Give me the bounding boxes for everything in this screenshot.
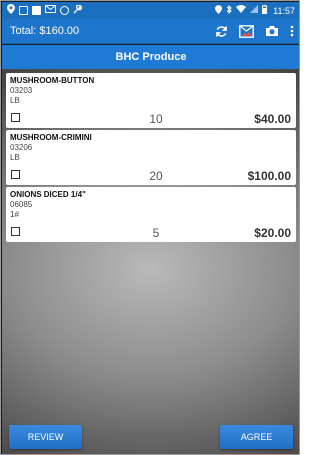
item-quantity[interactable]: 5 [136,226,176,240]
location-icon [7,4,15,17]
notification-icon [19,6,28,15]
review-button[interactable]: REVIEW [9,425,82,449]
wrench-icon [73,3,83,17]
item-price: $40.00 [254,112,291,126]
item-code: 03206 [10,143,33,152]
agree-button[interactable]: AGREE [220,425,293,449]
item-code: 06085 [10,200,33,209]
item-unit: LB [10,153,20,162]
order-total: Total: $160.00 [10,25,80,37]
item-list: MUSHROOM-BUTTON 03203 LB 10 $40.00 MUSHR… [2,69,299,454]
item-checkbox[interactable] [11,170,20,179]
vendor-header: BHC Produce [2,45,299,69]
item-checkbox[interactable] [11,113,20,122]
app-bar: Total: $160.00 [2,19,299,44]
item-name: ONIONS DICED 1/4" [10,190,86,199]
status-bar: 11:57 [2,2,299,19]
camera-status-icon [60,6,69,15]
camera-icon[interactable] [265,25,279,37]
item-code: 03203 [10,86,33,95]
item-checkbox[interactable] [11,227,20,236]
item-unit: LB [10,96,20,105]
status-left [7,3,83,17]
status-right: 11:57 [215,4,295,17]
item-name: MUSHROOM-CRIMINI [10,133,92,142]
item-name: MUSHROOM-BUTTON [10,76,95,85]
item-price: $100.00 [247,169,291,183]
bluetooth-icon [226,4,232,17]
refresh-icon[interactable] [215,25,228,38]
device-frame: 11:57 Total: $160.00 BHC Produce MUSHROO… [0,0,300,455]
list-item[interactable]: ONIONS DICED 1/4" 06085 1# 5 $20.00 [6,187,296,242]
item-quantity[interactable]: 20 [136,169,176,183]
item-unit: 1# [10,210,19,219]
mail-icon [45,5,56,16]
app-actions [215,24,294,38]
item-quantity[interactable]: 10 [136,112,176,126]
list-item[interactable]: MUSHROOM-BUTTON 03203 LB 10 $40.00 [6,73,296,128]
battery-icon [262,4,268,17]
signal-icon [250,5,259,16]
status-time: 11:57 [273,5,295,16]
image-icon [32,6,41,15]
more-vert-icon[interactable] [290,25,294,37]
list-item[interactable]: MUSHROOM-CRIMINI 03206 LB 20 $100.00 [6,130,296,185]
location-pin-icon [215,4,223,17]
email-image-icon[interactable] [239,24,254,38]
wifi-icon [236,5,247,16]
item-price: $20.00 [254,226,291,240]
